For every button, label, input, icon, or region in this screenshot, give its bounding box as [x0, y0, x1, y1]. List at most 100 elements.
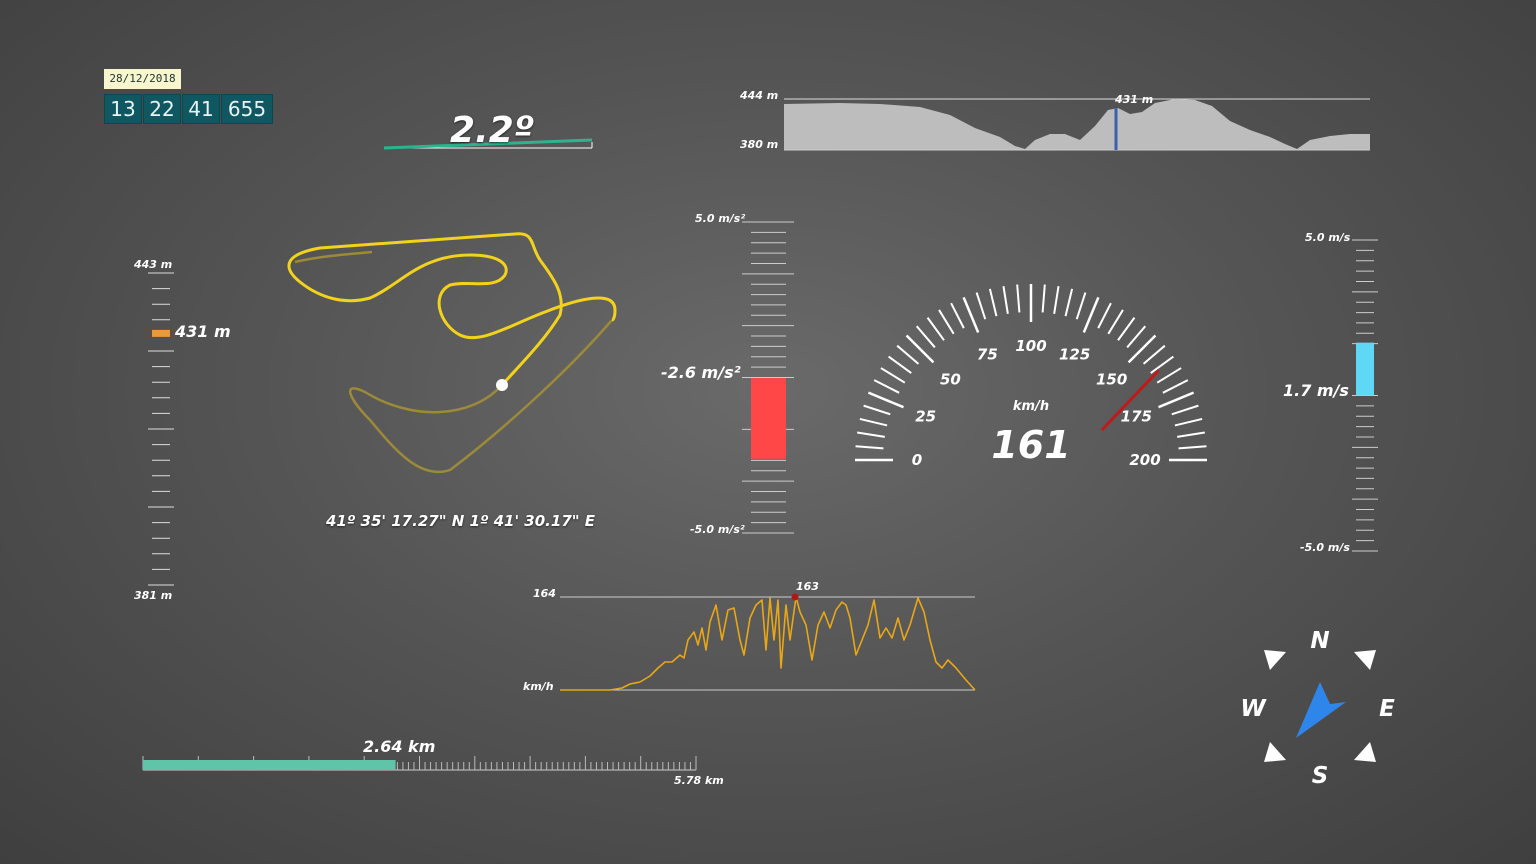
speed-history-max-label: 164 [533, 587, 556, 600]
speedometer-tick-label: 150 [1096, 370, 1127, 388]
speedometer-tick [855, 445, 884, 450]
speedometer-tick [880, 367, 906, 384]
track-map [287, 232, 617, 474]
vertical-speed-bar [1356, 342, 1374, 396]
speedometer-tick [1177, 431, 1205, 438]
compass-arrow-nw [1264, 650, 1286, 670]
speedometer-tick [915, 325, 936, 349]
altitude-value-label: 431 m [174, 322, 231, 341]
time-milliseconds: 655 [221, 94, 273, 124]
speedometer-tick [975, 292, 987, 320]
speedometer-tick [1075, 292, 1087, 320]
speedometer-tick [1150, 355, 1174, 374]
accel-gauge-ticks [742, 221, 794, 534]
speedometer-tick [1082, 296, 1100, 333]
track-active-path [287, 232, 617, 387]
accel-gauge: 5.0 m/s² -5.0 m/s² -2.6 m/s² [661, 212, 794, 536]
speedometer-tick [1126, 325, 1147, 349]
speedometer: 0 25 50 75 100 125 150 175 200 km/h 161 [855, 284, 1207, 469]
altitude-max-label: 443 m [133, 258, 172, 271]
speedometer-tick [926, 317, 945, 341]
vertical-speed-gauge: 5.0 m/s -5.0 m/s 1.7 m/s [1283, 231, 1378, 554]
speedometer-tick [938, 309, 955, 335]
compass-west: W [1240, 696, 1267, 722]
accel-value-label: -2.6 m/s² [661, 363, 741, 382]
distance-progress: 2.64 km 5.78 km [142, 737, 724, 787]
speedometer-tick [1171, 404, 1199, 416]
accel-bar [751, 378, 786, 459]
vertical-speed-ticks [1352, 239, 1378, 552]
date-badge: 28/12/2018 [104, 69, 181, 89]
time-seconds: 41 [182, 94, 220, 124]
speedometer-tick [962, 296, 980, 333]
speed-history-chart: 164 km/h 163 [523, 580, 976, 693]
speedometer-tick [867, 391, 904, 409]
speedometer-tick [859, 417, 888, 427]
speedometer-unit: km/h [1013, 399, 1049, 414]
speedometer-tick-label: 75 [977, 346, 998, 364]
speedometer-tick-label: 175 [1121, 407, 1152, 425]
speedometer-tick [1178, 445, 1207, 450]
speed-history-peak-marker [791, 593, 799, 601]
speed-history-line [560, 596, 976, 691]
altitude-gauge-ticks [148, 272, 174, 586]
speedometer-tick [1174, 417, 1203, 427]
speedometer-tick [873, 379, 900, 394]
speedometer-tick [863, 404, 891, 416]
distance-current-label: 2.64 km [363, 737, 435, 756]
vertical-speed-min-label: -5.0 m/s [1300, 541, 1350, 554]
speedometer-tick [1016, 284, 1021, 313]
accel-max-label: 5.0 m/s² [695, 212, 745, 225]
compass-arrow-ne [1354, 650, 1376, 670]
elevation-profile-chart: 444 m 380 m 431 m [739, 89, 1370, 151]
altitude-gauge: 443 m 381 m 431 m [133, 258, 231, 602]
gps-coordinates: 41º 35' 17.27" N 1º 41' 30.17" E [326, 512, 596, 530]
distance-ticks [142, 756, 697, 771]
distance-bar [143, 760, 396, 770]
speedometer-tick [988, 288, 998, 317]
distance-total-label: 5.78 km [674, 774, 724, 787]
compass-arrow-sw [1264, 742, 1286, 762]
compass-south: S [1312, 763, 1329, 789]
speedometer-ticks [855, 284, 1207, 462]
speedometer-needle [1100, 369, 1160, 432]
elevation-profile-area [784, 99, 1370, 150]
speedometer-tick [1041, 284, 1046, 313]
elevation-current-label: 431 m [1114, 93, 1153, 106]
speedometer-tick [857, 431, 885, 438]
speedometer-value: 161 [991, 423, 1070, 467]
compass-needle-icon [1296, 682, 1346, 738]
speedometer-tick [1142, 344, 1166, 365]
compass-east: E [1379, 696, 1395, 722]
track-faded-start [294, 250, 373, 264]
vertical-speed-value-label: 1.7 m/s [1283, 381, 1349, 400]
compass-arrow-se [1354, 742, 1376, 762]
incline-value: 2.2º [450, 110, 535, 151]
track-position-marker [496, 379, 508, 391]
time-hours: 13 [104, 94, 142, 124]
speedometer-tick [896, 344, 920, 365]
speedometer-tick [1097, 302, 1112, 329]
speedometer-tick-label: 100 [1015, 337, 1046, 355]
altitude-marker [152, 329, 170, 337]
speedometer-tick [888, 355, 912, 374]
track-faded-path [348, 319, 613, 474]
speedometer-tick-label: 125 [1059, 346, 1090, 364]
altitude-min-label: 381 m [134, 589, 172, 602]
elevation-max-label: 444 m [739, 89, 778, 102]
speedometer-tick-label: 200 [1129, 451, 1160, 469]
speedometer-tick [1162, 379, 1189, 394]
speedometer-tick-label: 25 [915, 407, 936, 425]
speedometer-tick [1117, 317, 1136, 341]
compass-north: N [1310, 628, 1329, 654]
time-minutes: 22 [143, 94, 181, 124]
speed-history-unit-label: km/h [523, 680, 554, 693]
speedometer-tick [1127, 334, 1157, 364]
accel-min-label: -5.0 m/s² [690, 523, 745, 536]
speedometer-tick-labels: 0 25 50 75 100 125 150 175 200 [912, 337, 1161, 469]
speedometer-tick [1107, 309, 1124, 335]
speedometer-tick [1053, 286, 1060, 314]
speedometer-tick [1156, 367, 1182, 384]
vertical-speed-max-label: 5.0 m/s [1305, 231, 1351, 244]
speedometer-tick [905, 334, 935, 364]
